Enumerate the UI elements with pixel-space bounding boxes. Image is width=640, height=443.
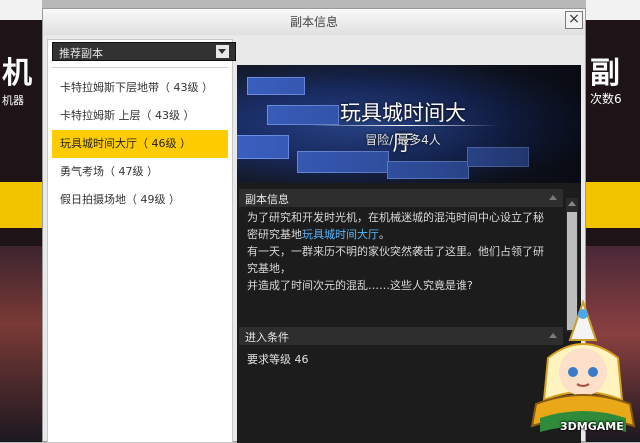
right-header-strip [237,39,581,63]
background-text: 机 [2,56,32,91]
dungeon-list-item[interactable]: 卡特拉姆斯 上层（ 43级 ） [52,102,228,130]
title-divider [309,125,499,126]
background-left: 机 机器 [0,0,42,442]
background-art [0,246,42,442]
divider [52,67,228,68]
dungeon-list-item[interactable]: 勇气考场（ 47级 ） [52,158,228,186]
description-line: 究基地， [247,262,291,275]
entry-section-header: 进入条件 [239,327,563,345]
info-section-header: 副本信息 [239,189,563,207]
dropdown-label: 推荐副本 [59,47,103,60]
entry-requirement: 要求等级 46 [247,353,309,366]
dungeon-list-panel: 推荐副本 卡特拉姆斯下层地带（ 43级 ） 卡特拉姆斯 上层（ 43级 ） 玩具… [47,39,236,443]
chevron-up-icon[interactable] [549,195,557,200]
close-button[interactable]: × [565,11,583,29]
description-line: 有一天，一群来历不明的家伙突然袭击了这里。他们占领了研 [247,245,544,258]
dungeon-description: 为了研究和开发时光机，在机械迷城的混沌时间中心设立了秘 密研究基地玩具城时间大厅… [247,209,561,294]
background-text: 副 [590,56,620,91]
dungeon-list-item[interactable]: 假日拍摄场地（ 49级 ） [52,186,228,214]
section-title: 进入条件 [245,331,289,344]
background-band [586,0,640,20]
dungeon-list-item[interactable]: 卡特拉姆斯下层地带（ 43级 ） [52,74,228,102]
description-line: 并造成了时间次元的混乱……这些人究竟是谁? [247,279,473,292]
scroll-up-icon[interactable] [568,201,576,206]
dungeon-name: 玩具城时间大厅 [340,101,466,155]
dungeon-subtitle: 冒险/ 最多4人 [365,133,441,147]
dungeon-link[interactable]: 玩具城时间大厅 [302,228,379,241]
dungeon-category-dropdown[interactable]: 推荐副本 [52,42,236,61]
description-text: 。 [379,228,390,241]
dungeon-banner-image: 玩具城时间大厅 冒险/ 最多4人 [237,65,581,183]
chevron-down-icon[interactable] [216,45,229,58]
watermark: 3DMGAME [560,420,624,433]
description-line: 为了研究和开发时光机，在机械迷城的混沌时间中心设立了秘 [247,211,544,224]
background-band [0,0,42,20]
title-bar[interactable]: 副本信息 × [43,9,585,35]
background-yellow-button [586,182,640,228]
dungeon-info-window: 副本信息 × 推荐副本 卡特拉姆斯下层地带（ 43级 ） 卡特拉姆斯 上层（ 4… [42,8,586,443]
window-title: 副本信息 [289,15,338,29]
section-title: 副本信息 [245,193,289,206]
dungeon-list-item-selected[interactable]: 玩具城时间大厅（ 46级 ） [52,130,228,158]
background-text-small: 次数6 [590,92,622,106]
background-yellow-button [0,182,42,228]
description-text: 密研究基地 [247,228,302,241]
description-line: 密研究基地玩具城时间大厅。 [247,226,561,243]
background-text-small: 机器 [2,94,24,107]
